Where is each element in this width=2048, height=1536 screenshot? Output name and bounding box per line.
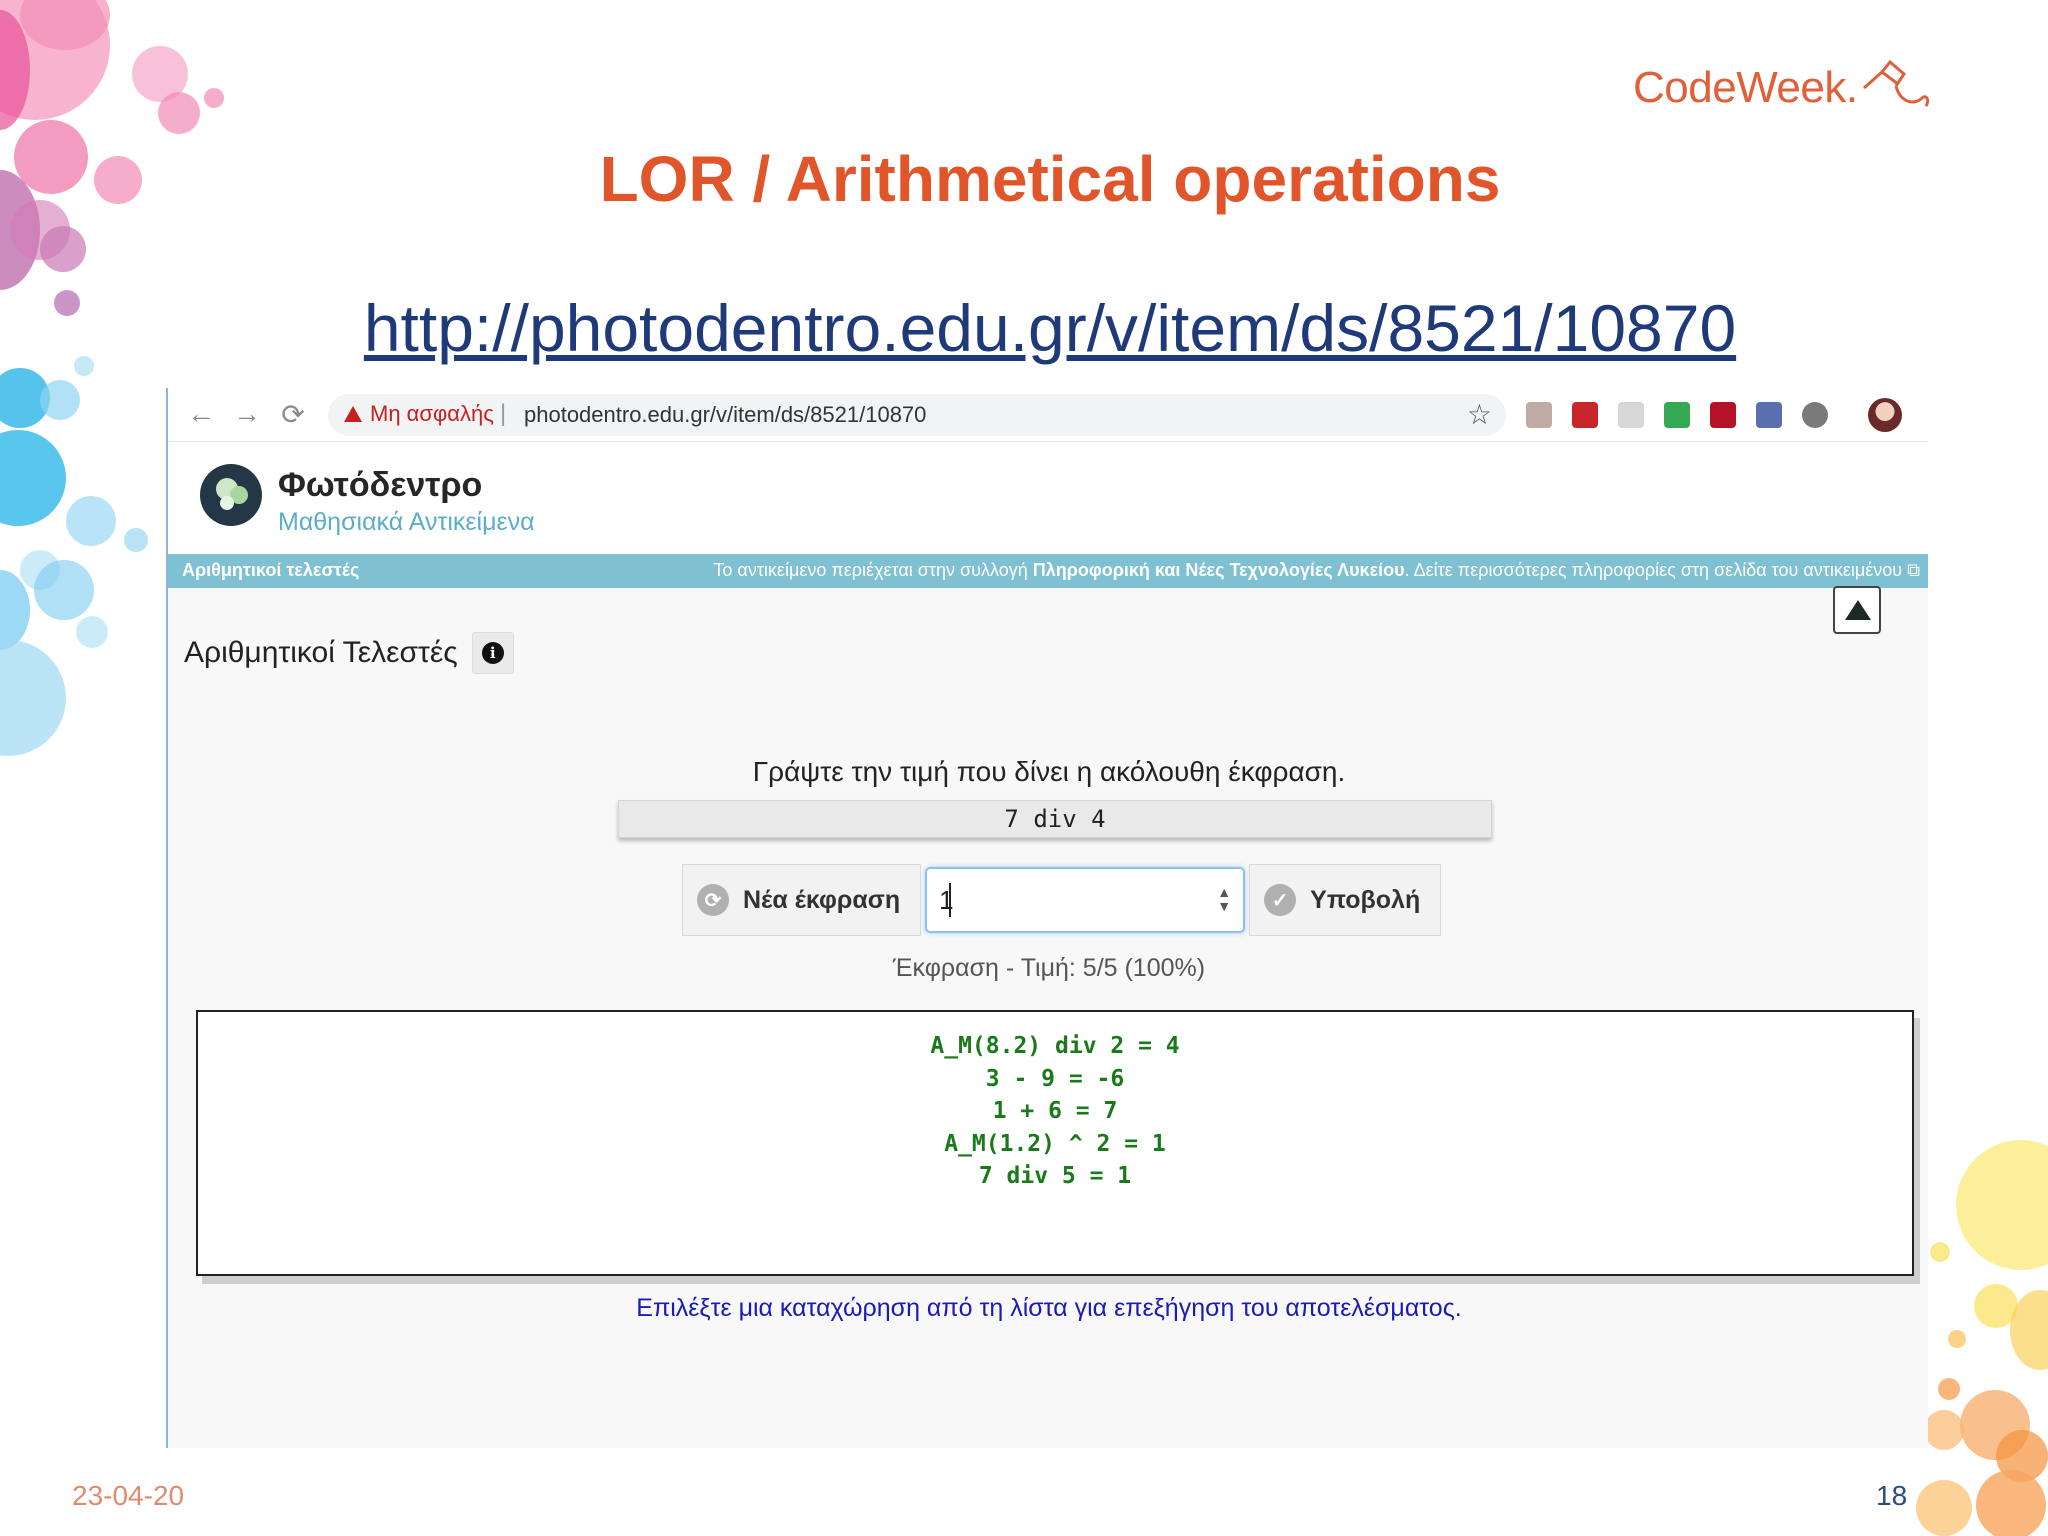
number-spinner[interactable]: ▲ ▼ xyxy=(1217,885,1231,913)
extension-pdf-icon[interactable] xyxy=(1526,402,1552,428)
decor-bubble xyxy=(124,528,148,552)
decor-bubble xyxy=(0,640,66,756)
slide-link[interactable]: http://photodentro.edu.gr/v/item/ds/8521… xyxy=(0,290,2048,366)
browser-toolbar: ← → ⟳ Μη ασφαλής | photodentro.edu.gr/v/… xyxy=(168,388,1928,442)
site-subtitle: Μαθησιακά Αντικείμενα xyxy=(278,508,535,536)
warning-icon xyxy=(344,406,362,422)
address-separator: | xyxy=(500,400,507,427)
page-number: 18 xyxy=(1876,1480,1908,1511)
decor-bubble xyxy=(40,226,86,272)
decor-bubble xyxy=(1948,1330,1966,1348)
exercise-panel: Αριθμητικοί Τελεστές i Γράψτε την τιμή π… xyxy=(168,586,1928,1448)
list-item[interactable]: A_M(1.2) ^ 2 = 1 xyxy=(198,1128,1912,1161)
extension-puzzle-icon[interactable] xyxy=(1756,402,1782,428)
security-warning[interactable]: Μη ασφαλής xyxy=(344,401,494,427)
decor-bubble xyxy=(76,616,108,648)
slide: CodeWeek. LOR / Arithmetical operations … xyxy=(0,0,2048,1536)
decor-bubble xyxy=(40,380,80,420)
page-title: Αριθμητικοί Τελεστές i xyxy=(184,632,514,674)
site-header: Φωτόδεντρο Μαθησιακά Αντικείμενα xyxy=(168,442,1928,554)
exercise-prompt: Γράψτε την τιμή που δίνει η ακόλουθη έκφ… xyxy=(752,756,1346,787)
decor-bubble xyxy=(1916,1480,1972,1536)
reload-icon[interactable]: ⟳ xyxy=(276,398,310,431)
info-bar-prefix: Το αντικείμενο περιέχεται στην συλλογή xyxy=(713,560,1033,580)
check-icon: ✓ xyxy=(1264,884,1297,916)
site-name[interactable]: Φωτόδεντρο xyxy=(278,466,482,505)
decor-bubble xyxy=(66,496,116,546)
decor-bubble xyxy=(1924,1410,1964,1450)
browser-screenshot: ← → ⟳ Μη ασφαλής | photodentro.edu.gr/v/… xyxy=(166,388,1928,1448)
decor-bubble xyxy=(0,430,66,526)
arrow-up-icon xyxy=(1845,600,1871,620)
hint-text: Επιλέξτε μια καταχώρηση από τη λίστα για… xyxy=(636,1294,1462,1322)
info-bar-collection: Το αντικείμενο περιέχεται στην συλλογή Π… xyxy=(713,560,1920,581)
back-icon[interactable]: ← xyxy=(184,398,218,430)
extension-avg-icon[interactable] xyxy=(1664,402,1690,428)
scroll-up-button[interactable] xyxy=(1833,586,1881,634)
slide-title: LOR / Arithmetical operations xyxy=(599,143,1501,215)
decor-bubble xyxy=(204,88,224,108)
results-list: A_M(8.2) div 2 = 4 3 - 9 = -6 1 + 6 = 7 … xyxy=(196,1010,1914,1276)
submit-button[interactable]: ✓ Υποβολή xyxy=(1249,864,1442,936)
photodentro-logo-icon[interactable] xyxy=(186,458,262,532)
decor-bubble xyxy=(34,560,94,620)
security-label: Μη ασφαλής xyxy=(370,401,494,426)
text-caret xyxy=(949,883,952,917)
bookmark-star-icon[interactable]: ☆ xyxy=(1467,398,1492,431)
collection-link[interactable]: Πληροφορική και Νέες Τεχνολογίες Λυκείου xyxy=(1033,560,1405,580)
score-text: Έκφραση - Τιμή: 5/5 (100%) xyxy=(892,954,1206,982)
extension-cast-icon[interactable] xyxy=(1618,402,1644,428)
extension-circle-icon[interactable] xyxy=(1802,402,1828,428)
answer-value: 1 xyxy=(939,885,954,915)
list-item[interactable]: A_M(8.2) div 2 = 4 xyxy=(198,1030,1912,1063)
info-icon: i xyxy=(481,642,504,664)
footer-date: 23-04-20 xyxy=(72,1480,185,1511)
expression-display: 7 div 4 xyxy=(618,800,1492,838)
info-button[interactable]: i xyxy=(471,632,514,674)
decor-bubble xyxy=(158,92,200,134)
codeweek-logo: CodeWeek. xyxy=(1633,58,1930,118)
exercise-heading: Αριθμητικοί Τελεστές xyxy=(184,636,458,669)
extension-acrobat-icon[interactable] xyxy=(1572,402,1598,428)
info-bar-title: Αριθμητικοί τελεστές xyxy=(182,560,360,580)
info-bar: Αριθμητικοί τελεστές Το αντικείμενο περι… xyxy=(168,554,1928,588)
profile-avatar[interactable] xyxy=(1868,398,1902,432)
address-url[interactable]: photodentro.edu.gr/v/item/ds/8521/10870 xyxy=(524,402,926,428)
decor-bubble xyxy=(1930,1242,1950,1262)
answer-input[interactable]: 1 ▲ ▼ xyxy=(925,867,1246,933)
list-item[interactable]: 3 - 9 = -6 xyxy=(198,1063,1912,1096)
list-item[interactable]: 7 div 5 = 1 xyxy=(198,1160,1912,1193)
list-item[interactable]: 1 + 6 = 7 xyxy=(198,1095,1912,1128)
decor-bubble xyxy=(1976,1470,2046,1536)
answer-controls: ⟳ Νέα έκφραση 1 ▲ ▼ ✓ Υποβολή xyxy=(682,864,1442,936)
codeweek-logo-text: CodeWeek. xyxy=(1633,63,1858,112)
decor-bubble xyxy=(1956,1140,2048,1270)
address-bar[interactable]: Μη ασφαλής | photodentro.edu.gr/v/item/d… xyxy=(328,394,1506,436)
info-bar-suffix[interactable]: . Δείτε περισσότερες πληροφορίες στη σελ… xyxy=(1405,560,1903,580)
extension-flag-icon[interactable] xyxy=(1710,402,1736,428)
new-expression-label: Νέα έκφραση xyxy=(743,885,901,914)
forward-icon[interactable]: → xyxy=(230,398,264,430)
refresh-icon: ⟳ xyxy=(697,884,729,916)
decor-bubble xyxy=(1938,1378,1960,1400)
submit-label: Υποβολή xyxy=(1310,885,1421,914)
codeweek-logo-icon xyxy=(1860,58,1930,118)
new-expression-button[interactable]: ⟳ Νέα έκφραση xyxy=(682,864,922,936)
external-link-icon[interactable]: ⧉ xyxy=(1907,560,1920,580)
